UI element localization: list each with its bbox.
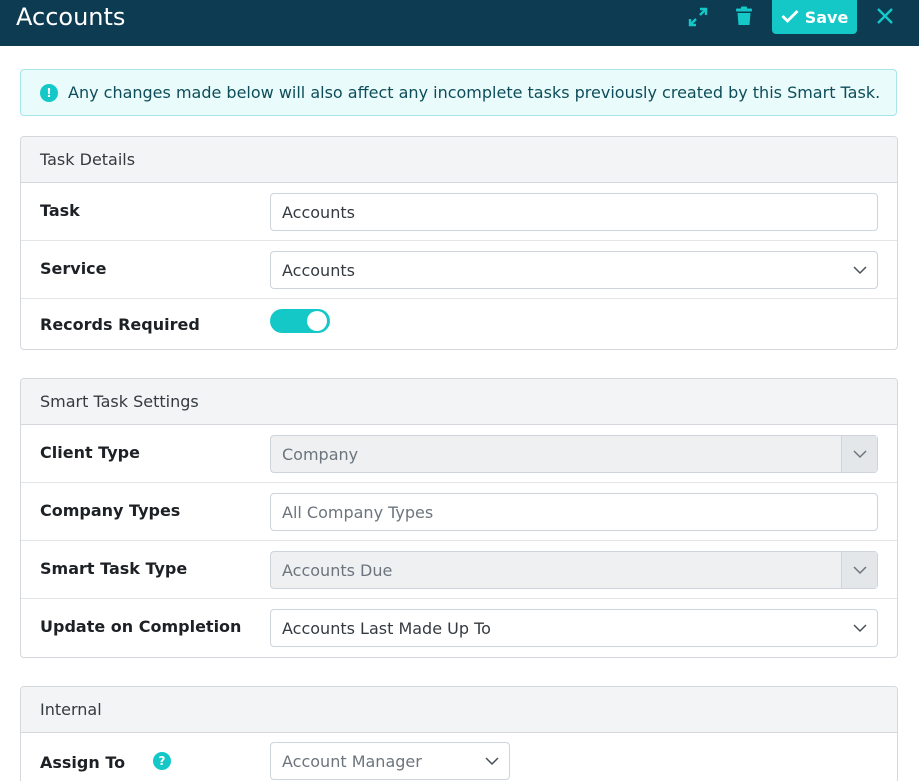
- chevron-down-icon: [853, 624, 867, 633]
- assign-to-label-group: Assign To ?: [40, 752, 171, 772]
- client-type-value: Company: [282, 444, 359, 464]
- assign-to-select[interactable]: Account Manager: [270, 742, 510, 780]
- service-label: Service: [40, 259, 107, 278]
- task-details-heading: Task Details: [21, 137, 897, 183]
- service-select-value: Accounts: [282, 260, 355, 280]
- smart-task-type-select: Accounts Due: [270, 551, 878, 589]
- chevron-down-icon: [841, 436, 877, 472]
- top-bar: Accounts Save: [0, 0, 919, 46]
- info-alert: ! Any changes made below will also affec…: [20, 69, 897, 116]
- task-input[interactable]: Accounts: [270, 193, 878, 231]
- client-type-select: Company: [270, 435, 878, 473]
- alert-text: Any changes made below will also affect …: [68, 83, 881, 102]
- save-button-label: Save: [804, 7, 849, 27]
- internal-heading: Internal: [21, 687, 897, 733]
- company-types-input[interactable]: All Company Types: [270, 493, 878, 531]
- company-types-label: Company Types: [40, 501, 181, 520]
- trash-icon[interactable]: [733, 4, 755, 28]
- smart-task-settings-heading: Smart Task Settings: [21, 379, 897, 425]
- update-on-completion-label: Update on Completion: [40, 617, 242, 636]
- company-types-placeholder: All Company Types: [282, 502, 434, 522]
- records-required-row: Records Required: [21, 299, 897, 349]
- smart-task-settings-card: Smart Task Settings Client Type Company …: [20, 378, 898, 658]
- client-type-label: Client Type: [40, 443, 140, 462]
- records-required-toggle[interactable]: [270, 309, 330, 333]
- update-on-completion-value: Accounts Last Made Up To: [282, 618, 491, 638]
- close-icon[interactable]: [874, 5, 896, 27]
- save-button[interactable]: Save: [772, 0, 857, 34]
- task-row: Task Accounts: [21, 183, 897, 241]
- client-type-row: Client Type Company: [21, 425, 897, 483]
- internal-card: Internal Assign To ? Account Manager: [20, 686, 898, 781]
- check-icon: [781, 8, 799, 27]
- smart-task-type-value: Accounts Due: [282, 560, 393, 580]
- smart-task-type-label: Smart Task Type: [40, 559, 188, 578]
- chevron-down-icon: [485, 757, 499, 766]
- update-on-completion-select[interactable]: Accounts Last Made Up To: [270, 609, 878, 647]
- assign-to-value: Account Manager: [282, 751, 422, 771]
- exclamation-icon: !: [40, 83, 58, 102]
- expand-icon[interactable]: [686, 5, 710, 29]
- help-icon[interactable]: ?: [153, 752, 171, 770]
- task-details-card: Task Details Task Accounts Service Accou…: [20, 136, 898, 350]
- page-title: Accounts: [16, 3, 126, 31]
- chevron-down-icon: [841, 552, 877, 588]
- chevron-down-icon: [853, 266, 867, 275]
- smart-task-type-row: Smart Task Type Accounts Due: [21, 541, 897, 599]
- service-row: Service Accounts: [21, 241, 897, 299]
- toggle-knob: [307, 311, 327, 331]
- task-label: Task: [40, 201, 80, 220]
- service-select[interactable]: Accounts: [270, 251, 878, 289]
- company-types-row: Company Types All Company Types: [21, 483, 897, 541]
- records-required-label: Records Required: [40, 315, 200, 334]
- assign-to-label: Assign To: [40, 753, 126, 772]
- task-input-value: Accounts: [282, 202, 355, 222]
- assign-to-row: Assign To ? Account Manager: [21, 733, 897, 781]
- update-on-completion-row: Update on Completion Accounts Last Made …: [21, 599, 897, 657]
